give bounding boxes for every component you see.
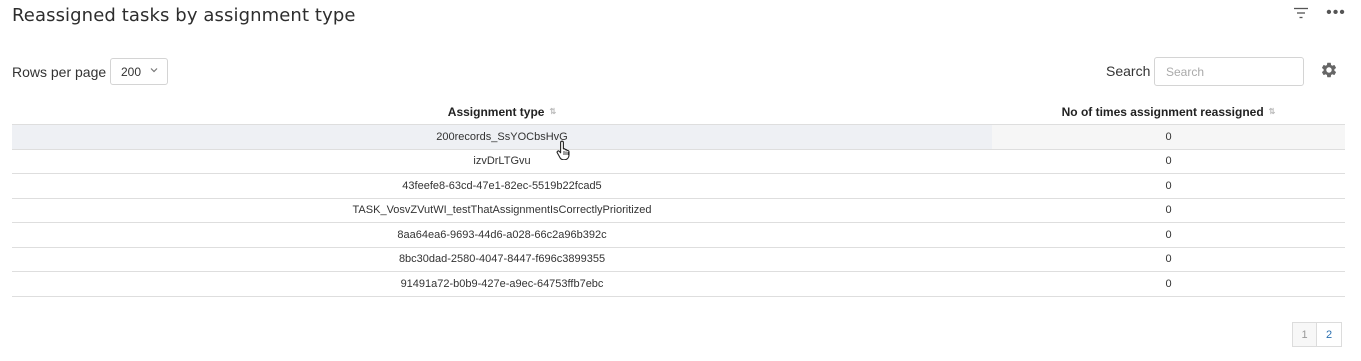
pagination: 1 2 xyxy=(1292,322,1342,347)
chevron-down-icon xyxy=(149,65,159,78)
cell-assignment-type: 43feefe8-63cd-47e1-82ec-5519b22fcad5 xyxy=(402,179,602,192)
page-button-2[interactable]: 2 xyxy=(1317,322,1342,347)
cell-reassigned-count: 0 xyxy=(1165,155,1172,168)
cell-assignment-type: izvDrLTGvu xyxy=(473,155,531,168)
sort-icon: ⇅ xyxy=(1268,106,1276,116)
table-row[interactable]: 43feefe8-63cd-47e1-82ec-5519b22fcad5 0 xyxy=(12,174,1345,199)
reassigned-tasks-table: Assignment type ⇅ No of times assignment… xyxy=(12,99,1345,297)
column-header-assignment-type[interactable]: Assignment type ⇅ xyxy=(12,99,992,124)
cell-reassigned-count: 0 xyxy=(1165,179,1172,192)
cell-assignment-type: 200records_SsYOCbsHvG xyxy=(12,125,992,149)
table-row[interactable]: 200records_SsYOCbsHvG 0 xyxy=(12,125,1345,150)
table-row[interactable]: 8bc30dad-2580-4047-8447-f696c3899355 0 xyxy=(12,248,1345,272)
table-row[interactable]: 91491a72-b0b9-427e-a9ec-64753ffb7ebc 0 xyxy=(12,272,1345,297)
table-row[interactable]: 8aa64ea6-9693-44d6-a028-66c2a96b392c 0 xyxy=(12,223,1345,248)
table-row[interactable]: izvDrLTGvu 0 xyxy=(12,150,1345,174)
page-button-1[interactable]: 1 xyxy=(1292,322,1317,347)
filter-icon[interactable] xyxy=(1290,2,1312,24)
table-row[interactable]: TASK_VosvZVutWI_testThatAssignmentIsCorr… xyxy=(12,199,1345,223)
cell-assignment-type: TASK_VosvZVutWI_testThatAssignmentIsCorr… xyxy=(352,204,652,217)
search-input[interactable] xyxy=(1154,57,1304,86)
more-options-icon[interactable]: ••• xyxy=(1325,2,1347,24)
cell-reassigned-count: 0 xyxy=(1165,277,1172,290)
cell-assignment-type: 91491a72-b0b9-427e-a9ec-64753ffb7ebc xyxy=(400,277,604,290)
cell-reassigned-count: 0 xyxy=(1165,228,1172,241)
column-header-label: No of times assignment reassigned xyxy=(1061,104,1264,119)
cell-assignment-type: 8aa64ea6-9693-44d6-a028-66c2a96b392c xyxy=(397,228,607,241)
cell-reassigned-count: 0 xyxy=(1165,204,1172,217)
search-label: Search xyxy=(1106,63,1151,79)
rows-per-page-value: 200 xyxy=(121,64,142,79)
page-title: Reassigned tasks by assignment type xyxy=(12,5,356,26)
cell-reassigned-count: 0 xyxy=(992,125,1345,149)
rows-per-page-select[interactable]: 200 xyxy=(110,58,168,85)
cell-reassigned-count: 0 xyxy=(1165,253,1172,266)
table-header: Assignment type ⇅ No of times assignment… xyxy=(12,99,1345,125)
sort-icon: ⇅ xyxy=(549,106,557,116)
filter-icon-glyph xyxy=(1294,7,1308,19)
column-header-label: Assignment type xyxy=(447,104,545,119)
rows-per-page-label: Rows per page xyxy=(12,64,107,80)
cell-assignment-type: 8bc30dad-2580-4047-8447-f696c3899355 xyxy=(398,253,606,266)
gear-icon[interactable] xyxy=(1320,61,1338,79)
column-header-reassigned-count[interactable]: No of times assignment reassigned ⇅ xyxy=(992,99,1345,124)
